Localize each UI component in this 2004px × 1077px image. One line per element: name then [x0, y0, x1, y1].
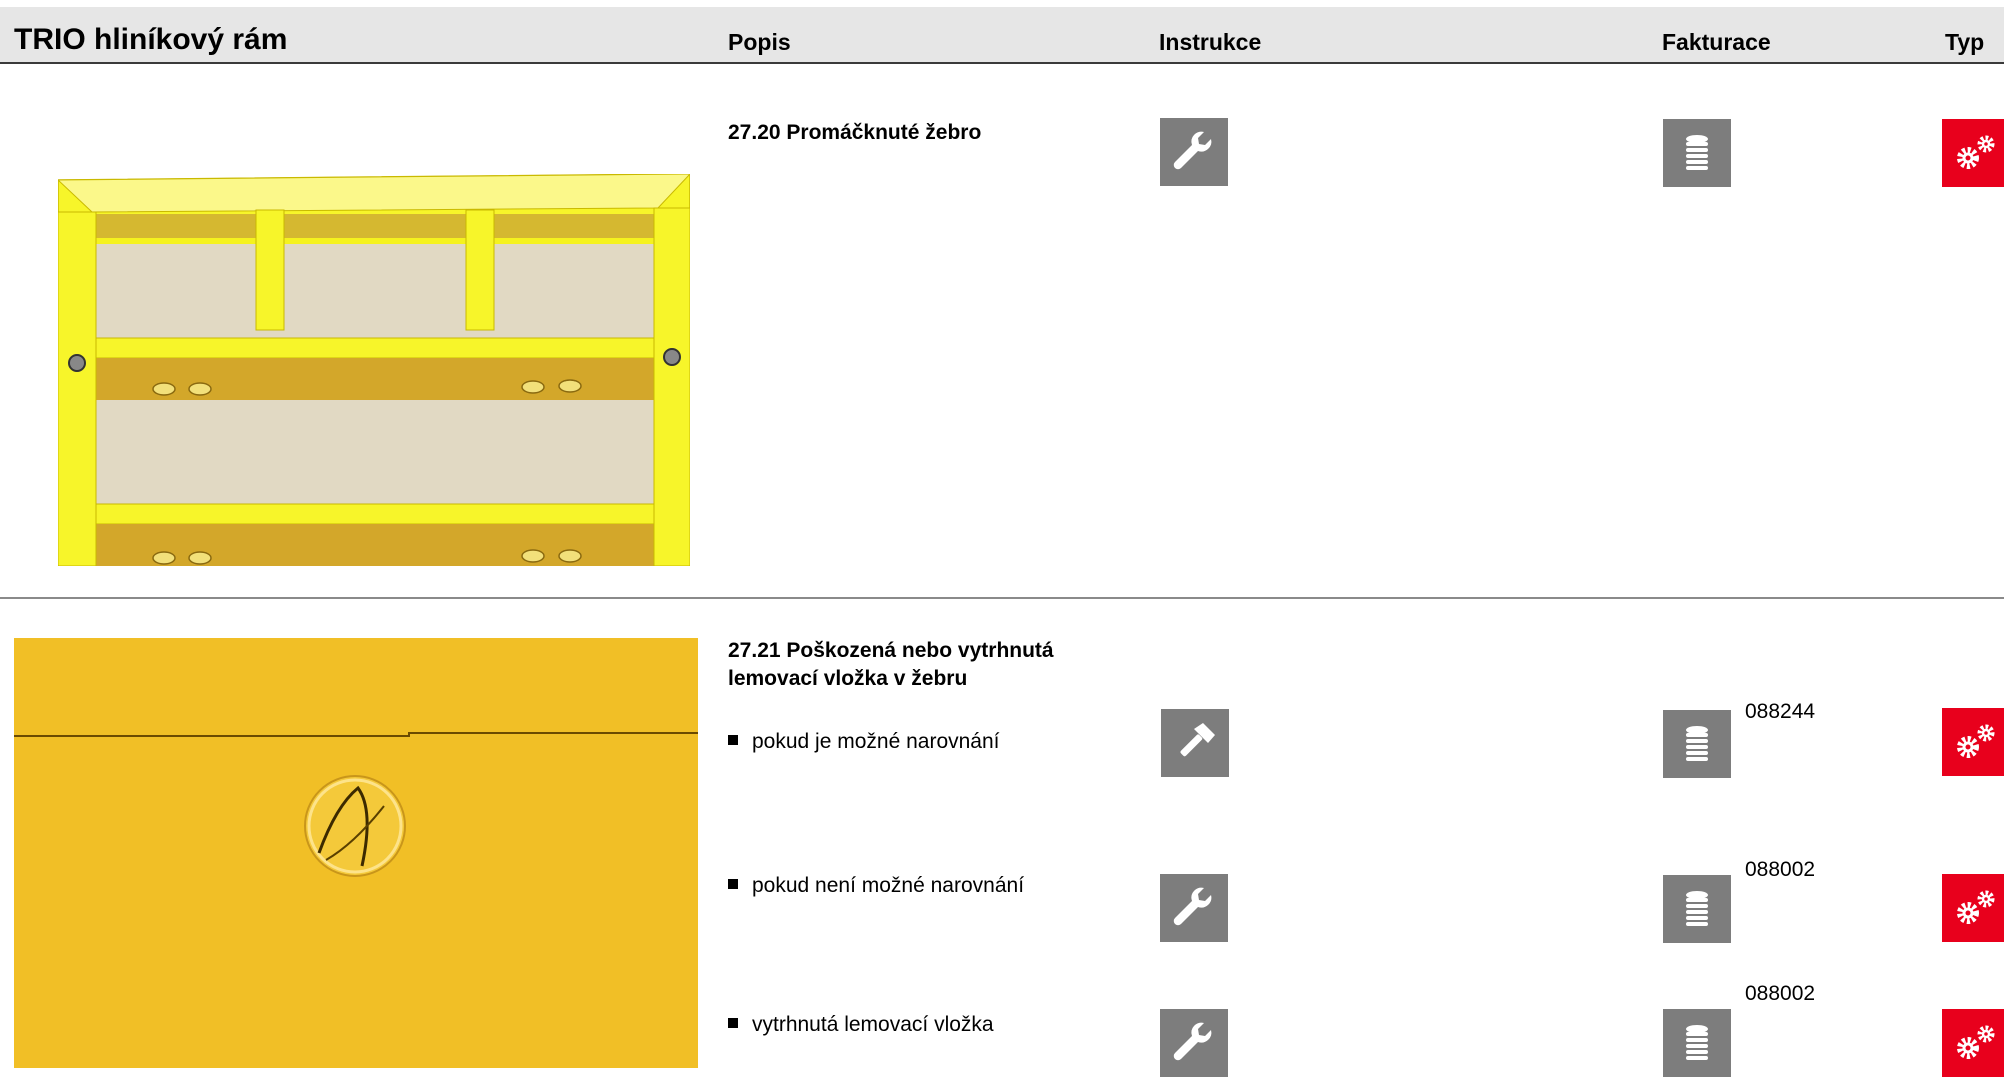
hammer-icon[interactable]: [1161, 709, 1229, 777]
coin-stack-icon[interactable]: [1663, 710, 1731, 778]
column-header-fakturace: Fakturace: [1662, 29, 1771, 55]
column-header-typ: Typ: [1945, 29, 1985, 55]
billing-code: 088002: [1745, 982, 1816, 1005]
billing-code: 088002: [1745, 858, 1816, 881]
page-title: TRIO hliníkový rám: [14, 23, 288, 56]
coin-stack-icon[interactable]: [1663, 1009, 1731, 1077]
wrench-icon[interactable]: [1160, 118, 1228, 186]
gears-icon: [1942, 874, 2004, 942]
list-item-text: vytrhnutá lemovací vložka: [752, 1013, 994, 1036]
coin-stack-icon[interactable]: [1663, 875, 1731, 943]
bullet-icon: [728, 735, 738, 745]
wrench-icon[interactable]: [1160, 1009, 1228, 1077]
column-header-instrukce: Instrukce: [1159, 29, 1262, 55]
bullet-icon: [728, 1018, 738, 1028]
billing-code: 088244: [1745, 700, 1816, 723]
frame-image: [58, 174, 690, 566]
list-item: pokud je možné narovnání: [728, 728, 1000, 756]
list-item-text: pokud je možné narovnání: [752, 730, 1000, 753]
bullet-icon: [728, 879, 738, 889]
gears-icon: [1942, 1009, 2004, 1077]
section-divider: [0, 597, 2004, 599]
section-heading-27-20: 27.20 Promáčknuté žebro: [728, 121, 982, 144]
coin-stack-icon[interactable]: [1663, 119, 1731, 187]
column-header-popis: Popis: [728, 29, 791, 55]
list-item-text: pokud není možné narovnání: [752, 874, 1025, 897]
gears-icon: [1942, 708, 2004, 776]
list-item: pokud není možné narovnání: [728, 872, 1024, 900]
section-heading-line: lemovací vložka v žebru: [728, 667, 968, 690]
table-header: TRIO hliníkový rám Popis Instrukce Faktu…: [0, 7, 2004, 64]
rib-hole-image: [14, 638, 698, 1068]
list-item: vytrhnutá lemovací vložka: [728, 1011, 994, 1039]
wrench-icon[interactable]: [1160, 874, 1228, 942]
section-heading-line: 27.21 Poškozená nebo vytrhnutá: [728, 639, 1054, 662]
section-heading-27-21: 27.21 Poškozená nebo vytrhnutá lemovací …: [728, 637, 1054, 693]
gears-icon: [1942, 119, 2004, 187]
